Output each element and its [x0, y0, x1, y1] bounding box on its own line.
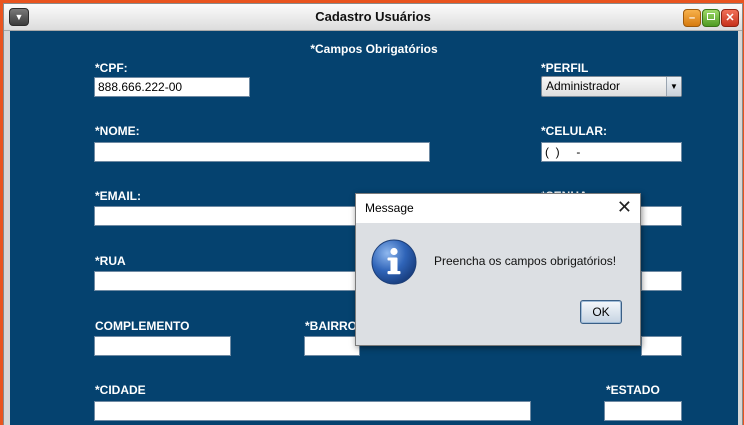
- cidade-field[interactable]: [94, 401, 531, 421]
- celular-label: *CELULAR:: [541, 124, 607, 138]
- window-title: Cadastro Usuários: [315, 9, 431, 24]
- estado-label: *ESTADO: [606, 383, 660, 397]
- numero-field[interactable]: [641, 271, 682, 291]
- perfil-selected-value: Administrador: [546, 79, 621, 93]
- minimize-button[interactable]: –: [683, 9, 701, 27]
- cpf-field[interactable]: 888.666.222-00: [94, 77, 250, 97]
- ok-button[interactable]: OK: [580, 300, 622, 324]
- dialog-close-icon[interactable]: ✕: [617, 197, 632, 217]
- nome-field[interactable]: [94, 142, 430, 162]
- cpf-label: *CPF:: [95, 61, 128, 75]
- complemento-label: COMPLEMENTO: [95, 319, 190, 333]
- dialog-body: Preencha os campos obrigatórios! OK: [356, 223, 640, 345]
- nome-label: *NOME:: [95, 124, 140, 138]
- celular-field[interactable]: ( ) -: [541, 142, 682, 162]
- perfil-label: *PERFIL: [541, 61, 589, 75]
- estado-field[interactable]: [604, 401, 682, 421]
- title-bar[interactable]: ▼ Cadastro Usuários – ✕: [4, 4, 742, 31]
- required-fields-note: *Campos Obrigatórios: [310, 42, 438, 56]
- complemento-field[interactable]: [94, 336, 231, 356]
- rua-label: *RUA: [95, 254, 126, 268]
- email-field[interactable]: [94, 206, 362, 226]
- cep-field[interactable]: [641, 336, 682, 356]
- info-icon: [371, 239, 417, 285]
- bairro-label: *BAIRRO: [305, 319, 358, 333]
- rua-field[interactable]: [94, 271, 362, 291]
- dialog-message: Preencha os campos obrigatórios!: [434, 254, 617, 268]
- maximize-icon: [707, 13, 715, 20]
- dialog-title: Message: [365, 201, 414, 215]
- email-label: *EMAIL:: [95, 189, 141, 203]
- maximize-button[interactable]: [702, 9, 720, 27]
- message-dialog: Message ✕ Preencha os campos obrigatório…: [355, 193, 641, 346]
- close-window-button[interactable]: ✕: [721, 9, 739, 27]
- perfil-select[interactable]: Administrador ▼: [541, 76, 682, 97]
- cidade-label: *CIDADE: [95, 383, 146, 397]
- chevron-down-icon[interactable]: ▼: [666, 77, 681, 96]
- bairro-field[interactable]: [304, 336, 360, 356]
